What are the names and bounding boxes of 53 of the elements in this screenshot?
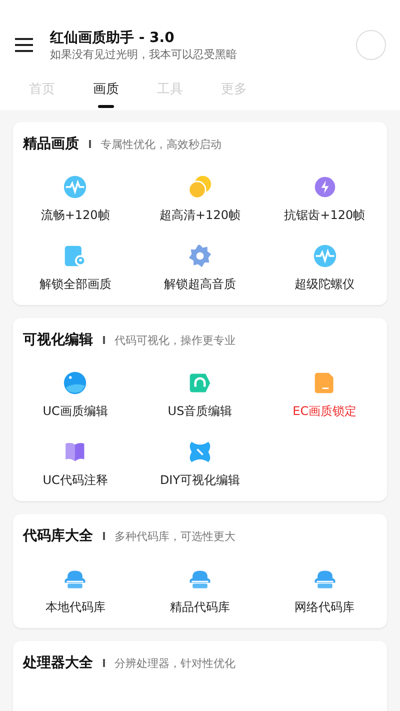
item-label: UC代码注释 <box>42 472 108 489</box>
feature-item[interactable]: 超高清+120帧 <box>138 175 262 224</box>
item-label: 抗锯齿+120帧 <box>284 207 366 224</box>
separator-mark <box>103 532 104 540</box>
item-label: DIY可视化编辑 <box>160 472 240 489</box>
globe-icon <box>63 371 88 395</box>
item-label: 解锁超高音质 <box>164 276 236 293</box>
headset-icon <box>188 371 212 395</box>
separator-mark <box>103 659 104 667</box>
tab[interactable]: 画质 <box>74 74 138 110</box>
feature-item[interactable]: 超级陀螺仪 <box>262 244 387 293</box>
section-subtitle: 代码可视化，操作更专业 <box>114 332 236 348</box>
item-label: 解锁全部画质 <box>39 276 112 293</box>
feature-item[interactable]: DIY可视化编辑 <box>138 440 262 489</box>
feature-item[interactable]: 解锁超高音质 <box>138 244 262 293</box>
app-title: 红仙画质助手 - 3.0 <box>50 28 176 46</box>
section-subtitle: 分辨处理器，针对性优化 <box>114 656 236 670</box>
item-label: UC画质编辑 <box>42 403 108 420</box>
item-label: 精品代码库 <box>170 599 230 616</box>
feature-item[interactable]: UC画质编辑 <box>13 371 138 420</box>
separator-mark <box>89 140 90 148</box>
feature-item[interactable]: 网络代码库 <box>262 567 387 616</box>
feature-item[interactable]: 流畅+120帧 <box>13 175 138 224</box>
menu-icon[interactable] <box>15 38 33 52</box>
item-label: 超级陀螺仪 <box>294 276 355 293</box>
feature-item[interactable]: US音质编辑 <box>138 371 262 420</box>
pulse-icon <box>63 175 88 199</box>
feature-item[interactable]: 本地代码库 <box>13 567 138 616</box>
cross-icon <box>188 440 212 464</box>
feature-item[interactable]: EC画质锁定 <box>262 371 387 420</box>
item-label: 流畅+120帧 <box>40 207 110 224</box>
lightning-icon <box>312 175 337 199</box>
section-title: 可视化编辑 <box>23 331 93 349</box>
item-label: 网络代码库 <box>294 599 355 616</box>
file-pin-icon <box>63 244 88 268</box>
separator-mark <box>103 336 104 344</box>
section-title: 精品画质 <box>23 135 79 153</box>
feature-item[interactable]: UC代码注释 <box>13 440 138 489</box>
item-label: EC画质锁定 <box>292 403 357 420</box>
item-label: 本地代码库 <box>45 599 106 616</box>
gear-icon <box>188 244 212 268</box>
pulse-icon <box>312 244 337 268</box>
section-subtitle: 专属性优化，高效秒启动 <box>100 136 222 152</box>
section-title: 处理器大全 <box>23 654 93 672</box>
app-subtitle: 如果没有见过光明，我本可以忍受黑暗 <box>50 46 238 62</box>
item-label: US音质编辑 <box>168 403 232 420</box>
coins-icon <box>188 175 212 199</box>
feature-item[interactable]: 抗锯齿+120帧 <box>262 175 387 224</box>
item-label: 超高清+120帧 <box>160 207 240 224</box>
feature-item[interactable]: 精品代码库 <box>138 567 262 616</box>
section-title: 代码库大全 <box>23 527 93 545</box>
feature-item[interactable]: 解锁全部画质 <box>13 244 138 293</box>
section-subtitle: 多种代码库，可选性更大 <box>114 528 236 544</box>
